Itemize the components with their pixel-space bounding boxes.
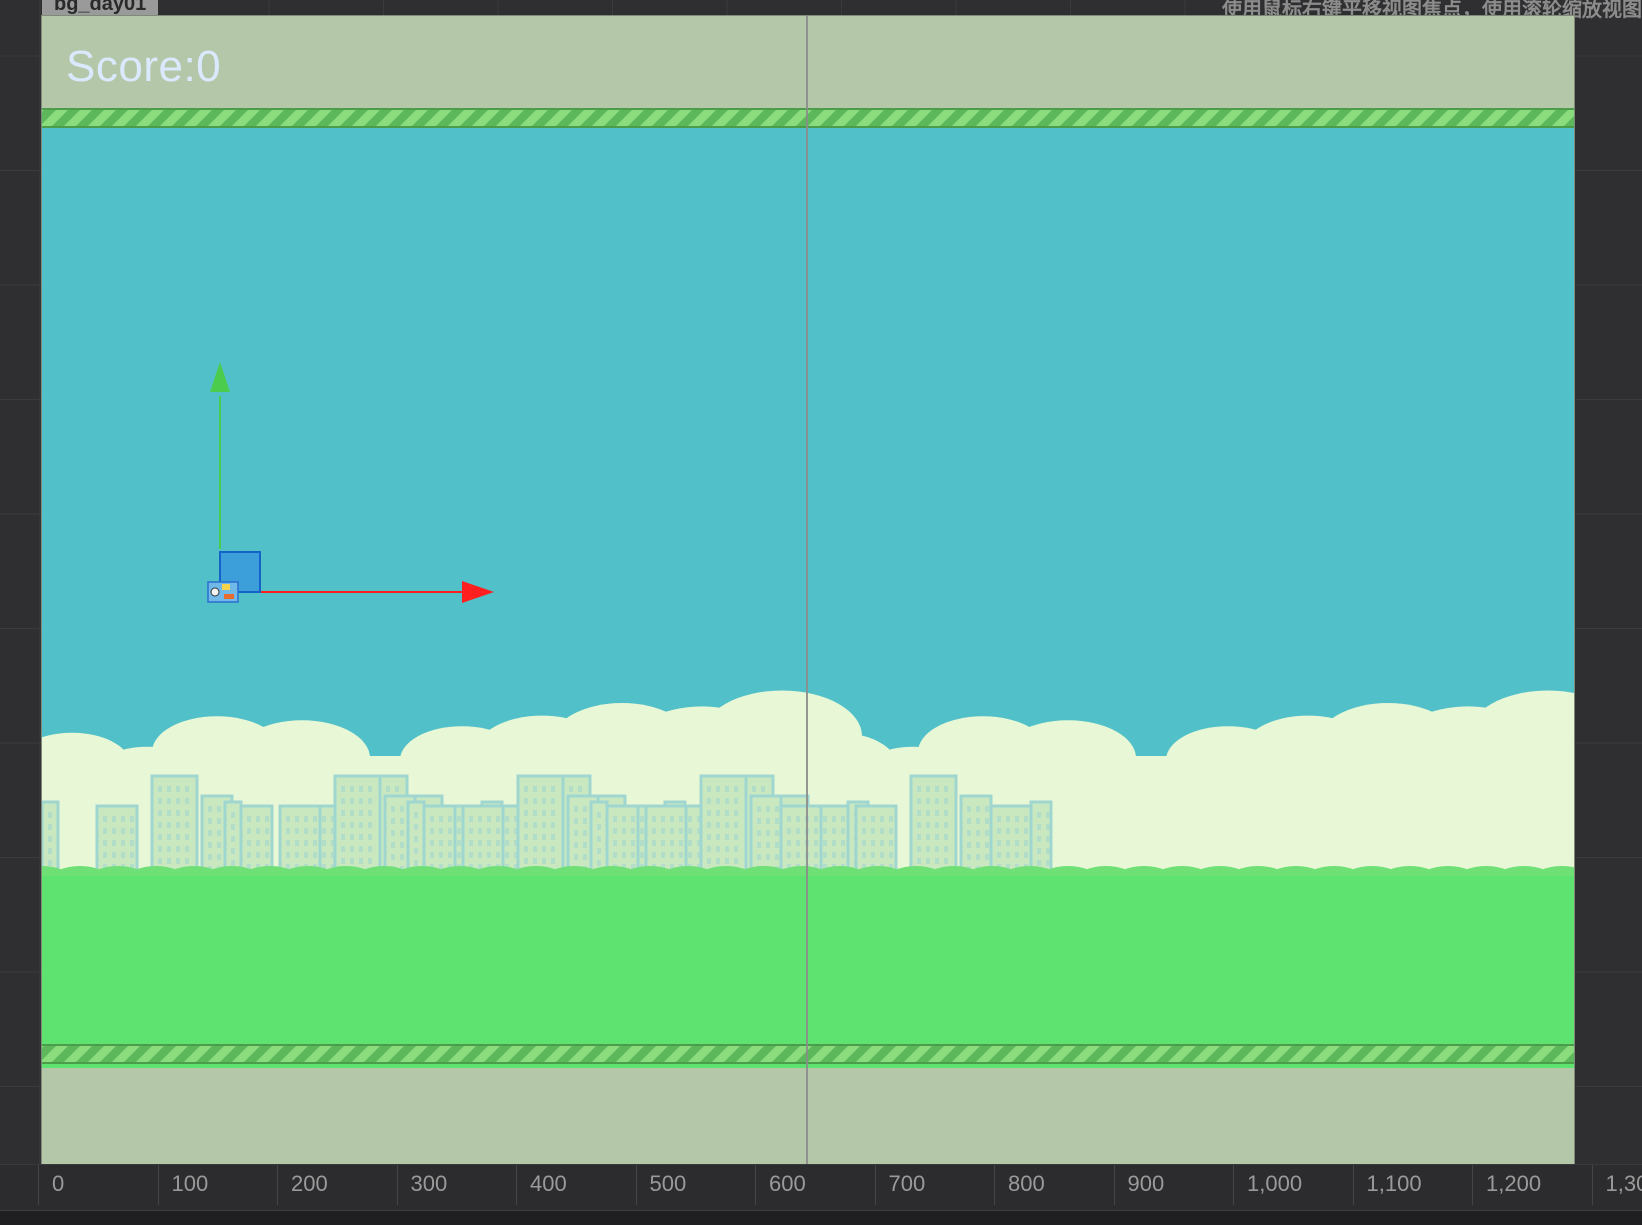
ruler-tick <box>755 1165 756 1205</box>
ruler-label: 1,200 <box>1486 1171 1541 1197</box>
ruler-label: 200 <box>291 1171 328 1197</box>
ruler-tick <box>38 1165 39 1205</box>
ruler-tick <box>516 1165 517 1205</box>
ruler-label: 600 <box>769 1171 806 1197</box>
node-name-tab[interactable]: bg_day01 <box>42 0 158 16</box>
ruler-tick <box>1353 1165 1354 1205</box>
top-ground-strip <box>42 110 1574 126</box>
ruler-label: 700 <box>889 1171 926 1197</box>
ruler-label: 1,300 <box>1606 1171 1642 1197</box>
ruler-label: 1,000 <box>1247 1171 1302 1197</box>
ruler-label: 400 <box>530 1171 567 1197</box>
ruler-tick <box>1114 1165 1115 1205</box>
ruler-tick <box>1233 1165 1234 1205</box>
ruler-label: 100 <box>172 1171 209 1197</box>
ruler-tick <box>994 1165 995 1205</box>
ruler-label: 900 <box>1128 1171 1165 1197</box>
horizontal-ruler: 0 100 200 300 400 500 600 700 800 900 1,000 1,100 1,… <box>0 1164 1642 1211</box>
ruler-label: 800 <box>1008 1171 1045 1197</box>
ruler-tick <box>158 1165 159 1205</box>
bird-sprite[interactable] <box>208 582 238 602</box>
ruler-tick <box>875 1165 876 1205</box>
canvas-center-guide <box>806 16 808 1164</box>
bottom-ground-strip <box>42 1046 1574 1062</box>
score-label: Score:0 <box>66 42 221 92</box>
game-world <box>42 16 1574 1164</box>
bottom-ground-edge-lower <box>42 1062 1574 1064</box>
ruler-tick <box>397 1165 398 1205</box>
ruler-tick <box>636 1165 637 1205</box>
ruler-tick <box>277 1165 278 1205</box>
top-ground-edge-lower <box>42 126 1574 128</box>
ruler-label: 300 <box>411 1171 448 1197</box>
editor-bottom-bar <box>0 1210 1642 1225</box>
top-ground-edge <box>42 108 1574 110</box>
grass-ground <box>42 876 1574 1068</box>
editor-hint-text: 使用鼠标右键平移视图焦点，使用滚轮缩放视图 <box>1222 0 1642 15</box>
scene-canvas[interactable]: Score:0 <box>42 16 1574 1164</box>
ruler-tick <box>1472 1165 1473 1205</box>
bottom-ground-edge <box>42 1044 1574 1046</box>
ruler-tick <box>1592 1165 1593 1205</box>
ruler-label: 1,100 <box>1367 1171 1422 1197</box>
ruler-label: 500 <box>650 1171 687 1197</box>
ruler-label: 0 <box>52 1171 64 1197</box>
